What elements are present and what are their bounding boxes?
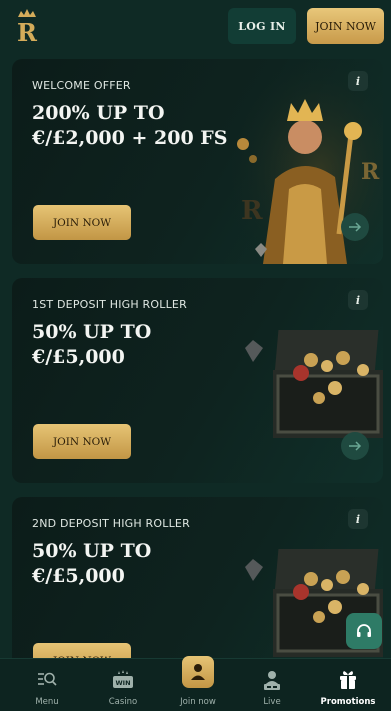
- nav-item-promotions[interactable]: Promotions: [318, 659, 378, 711]
- live-dealer-icon: [262, 668, 282, 692]
- info-icon[interactable]: i: [348, 290, 368, 310]
- svg-text:WIN: WIN: [115, 679, 130, 687]
- nav-label: Menu: [35, 697, 59, 707]
- promo-label: 1ST DEPOSIT HIGH ROLLER: [32, 298, 187, 311]
- nav-item-casino[interactable]: WIN Casino: [93, 659, 153, 711]
- promo-join-button[interactable]: JOIN NOW: [33, 205, 131, 240]
- promo-title-line1: 200% UP TO: [32, 102, 165, 124]
- join-now-button[interactable]: JOIN NOW: [307, 8, 384, 44]
- login-button[interactable]: LOG IN: [228, 8, 296, 44]
- headset-icon: [357, 624, 371, 637]
- svg-text:R: R: [361, 159, 380, 185]
- user-icon: [191, 664, 205, 680]
- nav-item-menu[interactable]: Menu: [17, 659, 77, 711]
- nav-label: Promotions: [320, 697, 376, 707]
- info-icon[interactable]: i: [348, 509, 368, 529]
- promo-title: 50% UP TO €/£5,000: [32, 320, 262, 370]
- promo-card-welcome-offer[interactable]: R R WELCOME OFFER 200% UP TO €/£2,000 + …: [12, 59, 383, 264]
- promo-title-line2: €/£5,000: [32, 565, 125, 587]
- menu-search-icon: [37, 668, 57, 692]
- promo-title: 50% UP TO €/£5,000: [32, 539, 262, 589]
- info-icon[interactable]: i: [348, 71, 368, 91]
- casino-win-icon: WIN: [112, 668, 134, 692]
- nav-label: Live: [263, 697, 281, 707]
- nav-item-live[interactable]: Live: [242, 659, 302, 711]
- gift-icon: [338, 668, 358, 692]
- arrow-right-icon[interactable]: [341, 432, 369, 460]
- arrow-right-icon[interactable]: [341, 213, 369, 241]
- promo-join-button[interactable]: JOIN NOW: [33, 424, 131, 459]
- promo-card-1st-deposit[interactable]: 1ST DEPOSIT HIGH ROLLER 50% UP TO €/£5,0…: [12, 278, 383, 483]
- promo-label: WELCOME OFFER: [32, 79, 131, 92]
- svg-text:R: R: [241, 196, 263, 226]
- nav-label: Casino: [108, 697, 138, 707]
- svg-text:R: R: [17, 18, 38, 46]
- promo-label: 2ND DEPOSIT HIGH ROLLER: [32, 517, 190, 530]
- promo-title: 200% UP TO €/£2,000 + 200 FS: [32, 101, 262, 151]
- promo-title-line1: 50% UP TO: [32, 321, 152, 343]
- nav-label: Join now: [180, 697, 216, 707]
- promo-title-line1: 50% UP TO: [32, 540, 152, 562]
- promo-title-line2: €/£2,000 + 200 FS: [32, 127, 228, 149]
- join-now-nav-button[interactable]: [182, 656, 214, 688]
- promo-title-line2: €/£5,000: [32, 346, 125, 368]
- support-headset-button[interactable]: [346, 613, 382, 649]
- top-header: R LOG IN JOIN NOW: [0, 0, 391, 56]
- royal-logo-icon[interactable]: R: [12, 8, 42, 47]
